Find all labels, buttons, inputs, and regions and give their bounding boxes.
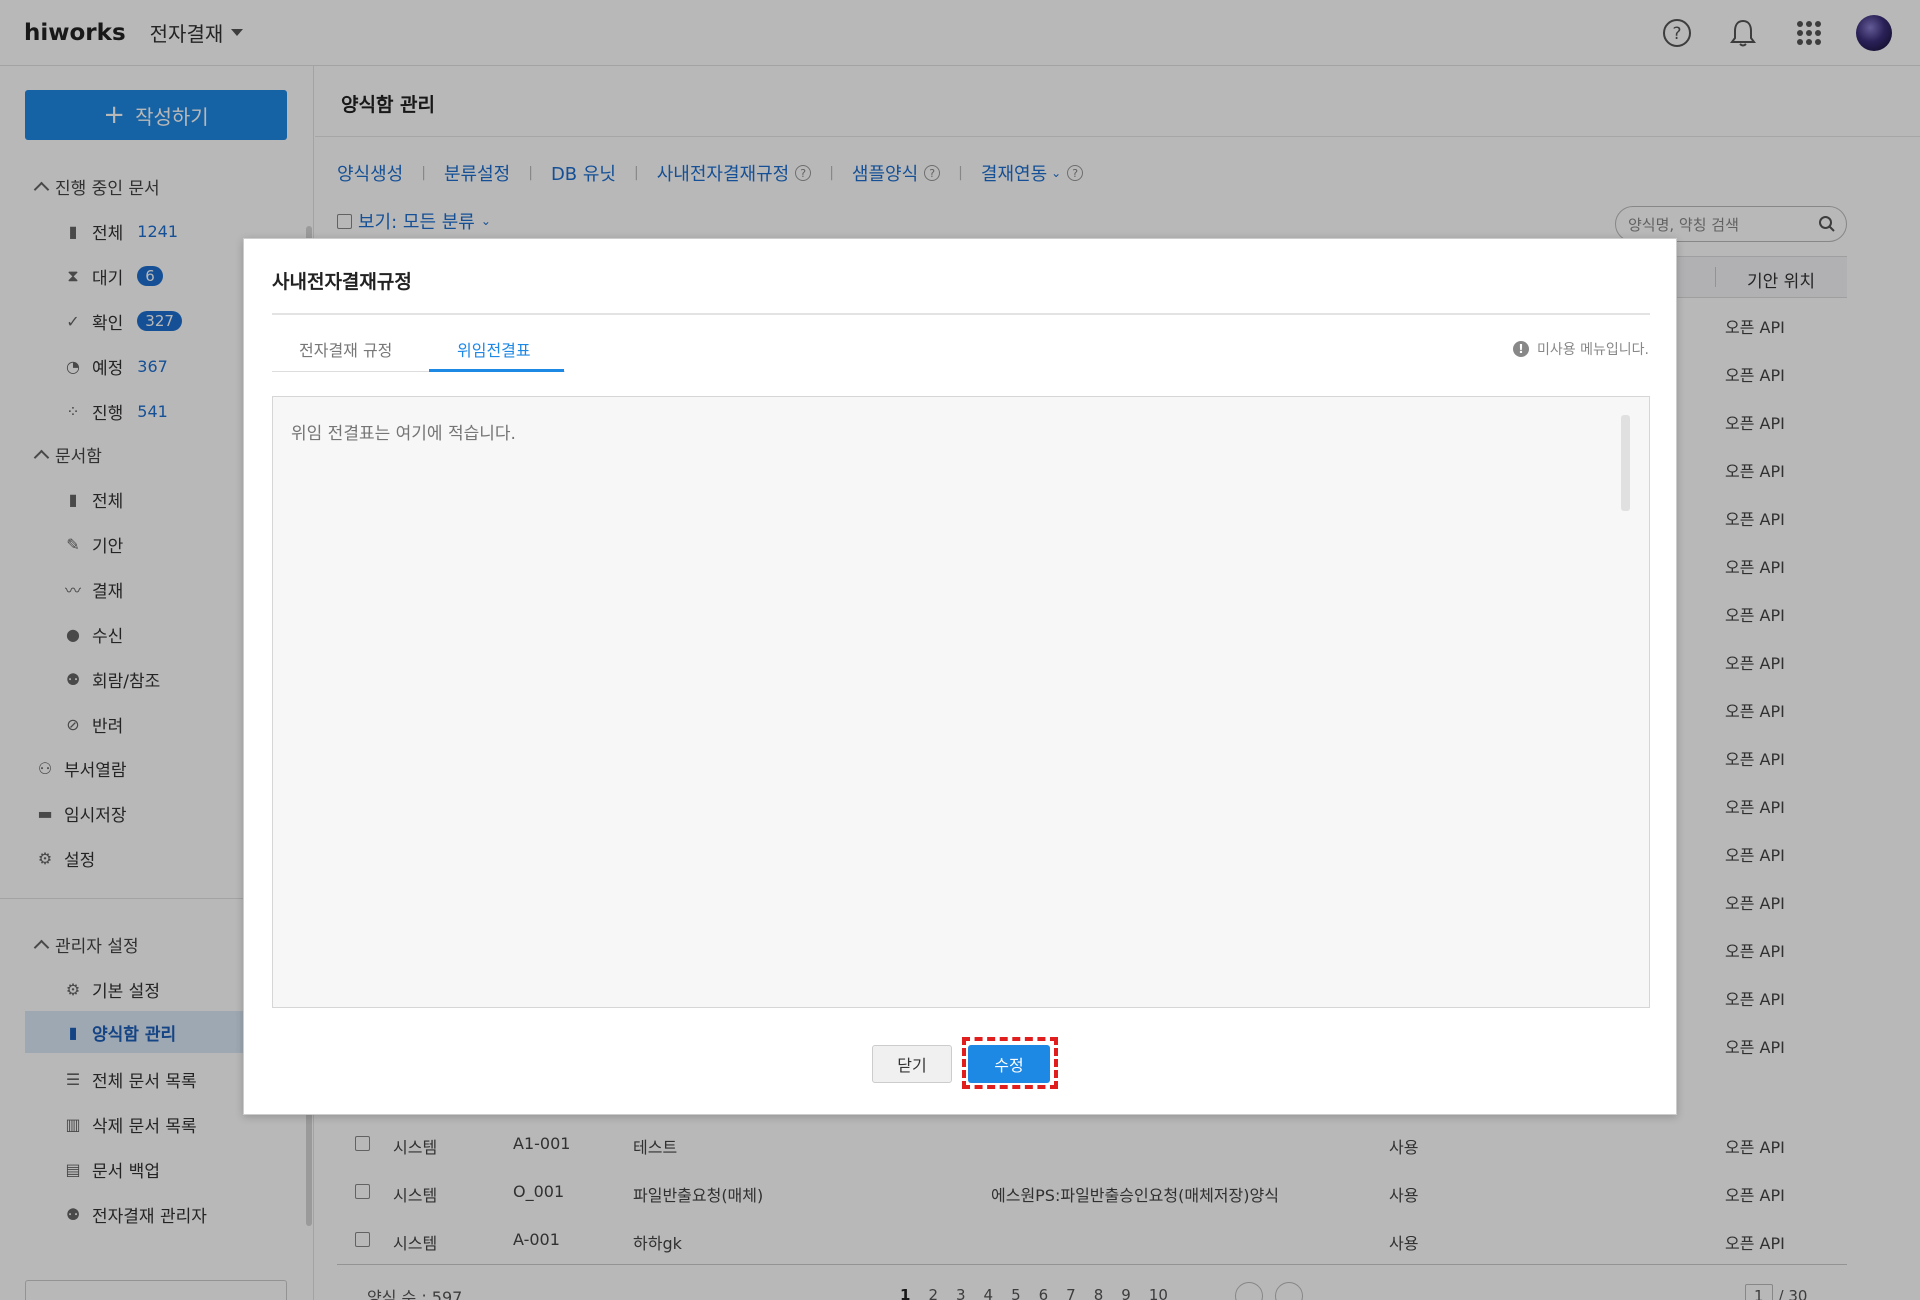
edit-button[interactable]: 수정: [968, 1045, 1050, 1083]
tab-delegation-table[interactable]: 위임전결표: [457, 337, 531, 361]
active-tab-indicator: [429, 369, 564, 372]
tab-approval-rules[interactable]: 전자결재 규정: [299, 337, 392, 361]
modal-title: 사내전자결재규정: [272, 271, 412, 293]
rules-modal: 사내전자결재규정 전자결재 규정 위임전결표 ! 미사용 메뉴입니다. 닫기 수…: [243, 238, 1677, 1115]
unused-notice: ! 미사용 메뉴입니다.: [1513, 339, 1649, 359]
modal-title-divider: [272, 313, 1650, 315]
textarea-scrollbar[interactable]: [1621, 415, 1630, 511]
info-icon: !: [1513, 341, 1530, 357]
notice-text: 미사용 메뉴입니다.: [1537, 342, 1649, 358]
close-button[interactable]: 닫기: [872, 1045, 952, 1083]
delegation-textarea[interactable]: [272, 396, 1650, 1008]
